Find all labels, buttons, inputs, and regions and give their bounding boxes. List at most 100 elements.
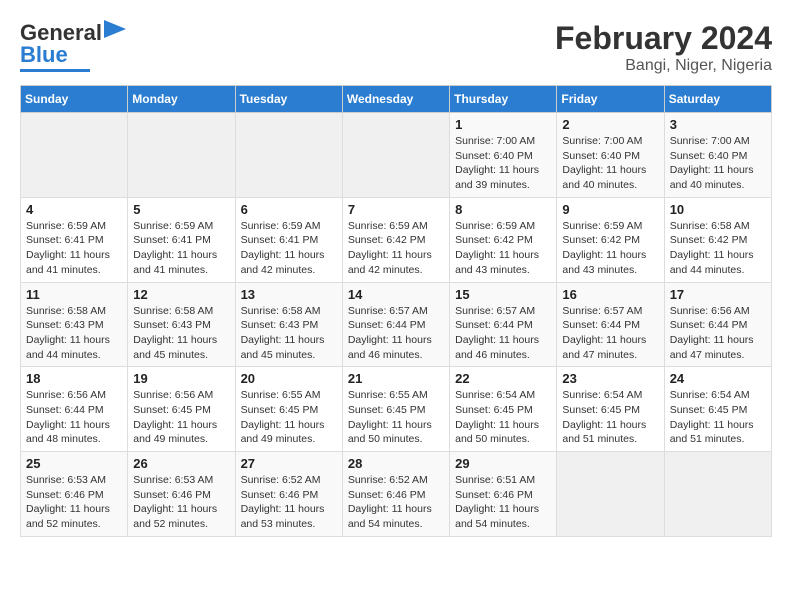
calendar-cell: 26 Sunrise: 6:53 AMSunset: 6:46 PMDayligh… <box>128 452 235 537</box>
day-detail: Sunrise: 6:58 AMSunset: 6:43 PMDaylight:… <box>26 304 122 363</box>
calendar-cell <box>342 113 449 198</box>
day-number: 11 <box>26 287 122 302</box>
day-number: 28 <box>348 456 444 471</box>
day-number: 5 <box>133 202 229 217</box>
weekday-header-monday: Monday <box>128 86 235 113</box>
day-detail: Sunrise: 6:57 AMSunset: 6:44 PMDaylight:… <box>455 304 551 363</box>
day-detail: Sunrise: 6:59 AMSunset: 6:41 PMDaylight:… <box>241 219 337 278</box>
day-detail: Sunrise: 6:58 AMSunset: 6:42 PMDaylight:… <box>670 219 766 278</box>
day-detail: Sunrise: 6:59 AMSunset: 6:42 PMDaylight:… <box>455 219 551 278</box>
day-detail: Sunrise: 6:54 AMSunset: 6:45 PMDaylight:… <box>455 388 551 447</box>
day-detail: Sunrise: 6:57 AMSunset: 6:44 PMDaylight:… <box>562 304 658 363</box>
calendar-cell: 24Sunrise: 6:54 AMSunset: 6:45 PMDayligh… <box>664 367 771 452</box>
day-detail: Sunrise: 6:59 AMSunset: 6:42 PMDaylight:… <box>562 219 658 278</box>
calendar-cell: 11 Sunrise: 6:58 AMSunset: 6:43 PMDayligh… <box>21 282 128 367</box>
day-number: 18 <box>26 371 122 386</box>
day-number: 9 <box>562 202 658 217</box>
day-number: 10 <box>670 202 766 217</box>
calendar-cell: 25 Sunrise: 6:53 AMSunset: 6:46 PMDayligh… <box>21 452 128 537</box>
day-number: 16 <box>562 287 658 302</box>
day-detail: Sunrise: 6:53 AMSunset: 6:46 PMDaylight:… <box>26 473 122 532</box>
calendar-cell: 18 Sunrise: 6:56 AMSunset: 6:44 PMDayligh… <box>21 367 128 452</box>
day-number: 6 <box>241 202 337 217</box>
day-number: 3 <box>670 117 766 132</box>
calendar-cell: 20 Sunrise: 6:55 AMSunset: 6:45 PMDayligh… <box>235 367 342 452</box>
calendar-cell: 21 Sunrise: 6:55 AMSunset: 6:45 PMDayligh… <box>342 367 449 452</box>
calendar-cell: 6 Sunrise: 6:59 AMSunset: 6:41 PMDaylight… <box>235 197 342 282</box>
weekday-header-friday: Friday <box>557 86 664 113</box>
day-detail: Sunrise: 6:59 AMSunset: 6:42 PMDaylight:… <box>348 219 444 278</box>
day-number: 4 <box>26 202 122 217</box>
page-header: General Blue February 2024 Bangi, Niger,… <box>20 20 772 75</box>
weekday-header-sunday: Sunday <box>21 86 128 113</box>
calendar-cell <box>235 113 342 198</box>
calendar-week-row: 18 Sunrise: 6:56 AMSunset: 6:44 PMDayligh… <box>21 367 772 452</box>
day-number: 8 <box>455 202 551 217</box>
logo: General Blue <box>20 20 126 72</box>
calendar-cell: 19 Sunrise: 6:56 AMSunset: 6:45 PMDayligh… <box>128 367 235 452</box>
day-detail: Sunrise: 6:54 AMSunset: 6:45 PMDaylight:… <box>562 388 658 447</box>
day-number: 24 <box>670 371 766 386</box>
calendar-cell: 23Sunrise: 6:54 AMSunset: 6:45 PMDayligh… <box>557 367 664 452</box>
day-number: 15 <box>455 287 551 302</box>
calendar-cell: 2Sunrise: 7:00 AMSunset: 6:40 PMDaylight… <box>557 113 664 198</box>
day-detail: Sunrise: 6:58 AMSunset: 6:43 PMDaylight:… <box>241 304 337 363</box>
day-number: 26 <box>133 456 229 471</box>
calendar-cell: 5 Sunrise: 6:59 AMSunset: 6:41 PMDaylight… <box>128 197 235 282</box>
day-number: 17 <box>670 287 766 302</box>
page-title: February 2024 <box>555 20 772 57</box>
calendar-cell <box>128 113 235 198</box>
calendar-cell: 17 Sunrise: 6:56 AMSunset: 6:44 PMDayligh… <box>664 282 771 367</box>
day-detail: Sunrise: 7:00 AMSunset: 6:40 PMDaylight:… <box>455 134 551 193</box>
calendar-cell: 7Sunrise: 6:59 AMSunset: 6:42 PMDaylight… <box>342 197 449 282</box>
calendar-cell: 15 Sunrise: 6:57 AMSunset: 6:44 PMDayligh… <box>450 282 557 367</box>
logo-underline <box>20 69 90 72</box>
day-detail: Sunrise: 6:56 AMSunset: 6:45 PMDaylight:… <box>133 388 229 447</box>
weekday-header-wednesday: Wednesday <box>342 86 449 113</box>
day-detail: Sunrise: 6:51 AMSunset: 6:46 PMDaylight:… <box>455 473 551 532</box>
calendar-table: SundayMondayTuesdayWednesdayThursdayFrid… <box>20 85 772 537</box>
title-block: February 2024 Bangi, Niger, Nigeria <box>555 20 772 75</box>
day-detail: Sunrise: 6:56 AMSunset: 6:44 PMDaylight:… <box>26 388 122 447</box>
day-number: 1 <box>455 117 551 132</box>
day-detail: Sunrise: 6:59 AMSunset: 6:41 PMDaylight:… <box>133 219 229 278</box>
weekday-header-row: SundayMondayTuesdayWednesdayThursdayFrid… <box>21 86 772 113</box>
day-number: 13 <box>241 287 337 302</box>
day-number: 20 <box>241 371 337 386</box>
day-number: 21 <box>348 371 444 386</box>
calendar-week-row: 25 Sunrise: 6:53 AMSunset: 6:46 PMDayligh… <box>21 452 772 537</box>
day-number: 12 <box>133 287 229 302</box>
day-detail: Sunrise: 7:00 AMSunset: 6:40 PMDaylight:… <box>670 134 766 193</box>
calendar-cell: 16 Sunrise: 6:57 AMSunset: 6:44 PMDayligh… <box>557 282 664 367</box>
day-detail: Sunrise: 6:55 AMSunset: 6:45 PMDaylight:… <box>241 388 337 447</box>
calendar-cell: 3 Sunrise: 7:00 AMSunset: 6:40 PMDaylight… <box>664 113 771 198</box>
weekday-header-tuesday: Tuesday <box>235 86 342 113</box>
day-number: 27 <box>241 456 337 471</box>
calendar-cell: 28Sunrise: 6:52 AMSunset: 6:46 PMDayligh… <box>342 452 449 537</box>
day-number: 19 <box>133 371 229 386</box>
calendar-week-row: 1 Sunrise: 7:00 AMSunset: 6:40 PMDaylight… <box>21 113 772 198</box>
calendar-cell <box>664 452 771 537</box>
logo-blue: Blue <box>20 42 68 67</box>
calendar-cell: 4Sunrise: 6:59 AMSunset: 6:41 PMDaylight… <box>21 197 128 282</box>
calendar-cell: 9 Sunrise: 6:59 AMSunset: 6:42 PMDaylight… <box>557 197 664 282</box>
day-detail: Sunrise: 6:56 AMSunset: 6:44 PMDaylight:… <box>670 304 766 363</box>
calendar-cell: 13 Sunrise: 6:58 AMSunset: 6:43 PMDayligh… <box>235 282 342 367</box>
calendar-cell <box>21 113 128 198</box>
calendar-week-row: 4 Sunrise: 6:59 AMSunset: 6:41 PMDaylight… <box>21 197 772 282</box>
page-subtitle: Bangi, Niger, Nigeria <box>555 57 772 75</box>
day-detail: Sunrise: 6:52 AMSunset: 6:46 PMDaylight:… <box>241 473 337 532</box>
day-detail: Sunrise: 6:55 AMSunset: 6:45 PMDaylight:… <box>348 388 444 447</box>
day-number: 25 <box>26 456 122 471</box>
day-detail: Sunrise: 6:57 AMSunset: 6:44 PMDaylight:… <box>348 304 444 363</box>
day-detail: Sunrise: 6:53 AMSunset: 6:46 PMDaylight:… <box>133 473 229 532</box>
calendar-cell: 1 Sunrise: 7:00 AMSunset: 6:40 PMDaylight… <box>450 113 557 198</box>
calendar-cell: 8 Sunrise: 6:59 AMSunset: 6:42 PMDaylight… <box>450 197 557 282</box>
day-number: 14 <box>348 287 444 302</box>
day-number: 29 <box>455 456 551 471</box>
calendar-week-row: 11 Sunrise: 6:58 AMSunset: 6:43 PMDayligh… <box>21 282 772 367</box>
weekday-header-thursday: Thursday <box>450 86 557 113</box>
calendar-cell: 29 Sunrise: 6:51 AMSunset: 6:46 PMDayligh… <box>450 452 557 537</box>
calendar-cell <box>557 452 664 537</box>
logo-arrow-icon <box>104 20 126 38</box>
